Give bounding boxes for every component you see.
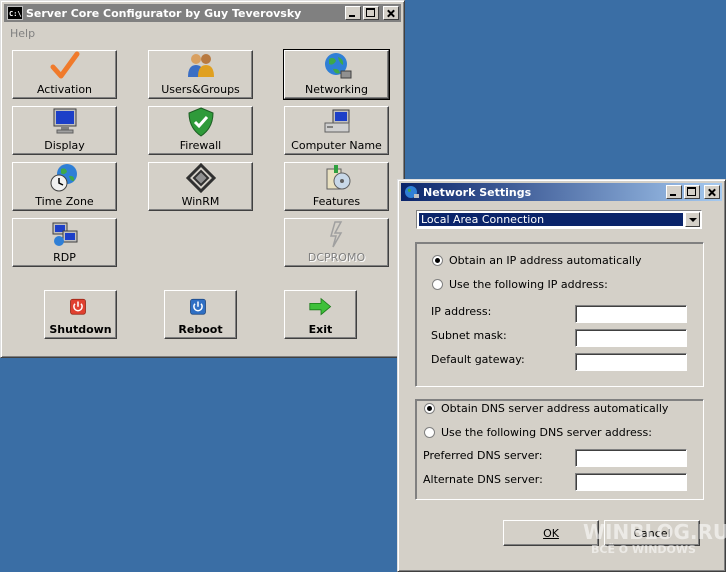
networking-label: Networking [305, 83, 368, 96]
remote-desktop-icon [52, 222, 77, 246]
winrm-button[interactable]: WinRM [148, 162, 253, 211]
display-button[interactable]: Display [12, 106, 117, 155]
adapter-select[interactable]: Local Area Connection [416, 210, 702, 229]
dns-manual-label: Use the following DNS server address: [441, 426, 652, 439]
features-label: Features [312, 195, 361, 208]
power-icon [189, 298, 206, 315]
close-button[interactable] [383, 6, 399, 20]
activation-button[interactable]: Activation [12, 50, 117, 99]
alternate-dns-field[interactable] [575, 473, 687, 491]
radio-unselected [424, 427, 435, 438]
ip-manual-radio[interactable]: Use the following IP address: [432, 278, 608, 291]
ip-manual-label: Use the following IP address: [449, 278, 608, 291]
rdp-label: RDP [53, 251, 76, 264]
firewall-label: Firewall [179, 139, 222, 152]
rdp-button[interactable]: RDP [12, 218, 117, 267]
dns-auto-radio[interactable]: Obtain DNS server address automatically [424, 402, 668, 415]
watermark-subtitle: ВСЁ О WINDOWS [591, 543, 696, 556]
subnet-mask-label: Subnet mask: [431, 329, 507, 342]
power-off-icon [69, 298, 86, 315]
ip-auto-radio[interactable]: Obtain an IP address automatically [432, 254, 642, 267]
configurator-title: Server Core Configurator by Guy Teverovs… [26, 6, 302, 20]
network-settings-titlebar[interactable]: Network Settings [401, 183, 722, 201]
watermark-title: WINBLOG.RU [583, 520, 726, 544]
users-groups-button[interactable]: Users&Groups [148, 50, 253, 99]
preferred-dns-field[interactable] [575, 449, 687, 467]
features-button[interactable]: Features [284, 162, 389, 211]
minimize-button[interactable] [345, 6, 361, 20]
users-groups-label: Users&Groups [161, 83, 240, 96]
network-settings-title: Network Settings [423, 185, 532, 199]
dns-manual-radio[interactable]: Use the following DNS server address: [424, 426, 652, 439]
close-button[interactable] [704, 185, 720, 199]
winrm-icon [185, 163, 216, 193]
monitor-icon [53, 108, 76, 134]
ok-label: OK [543, 526, 559, 540]
svg-text:C:\: C:\ [9, 10, 22, 18]
reboot-label: Reboot [178, 323, 223, 336]
radio-unselected [432, 279, 443, 290]
shield-icon [187, 107, 214, 137]
shutdown-button[interactable]: Shutdown [44, 290, 117, 339]
default-gateway-field[interactable] [575, 353, 687, 371]
network-globe-icon [405, 186, 419, 198]
maximize-button[interactable] [363, 6, 379, 20]
dcpromo-icon [329, 221, 342, 248]
computer-name-label: Computer Name [291, 139, 382, 152]
menu-help[interactable]: Help [10, 27, 35, 40]
globe-clock-icon [50, 164, 77, 192]
ip-address-label: IP address: [431, 305, 492, 318]
chevron-down-icon[interactable] [685, 212, 700, 227]
preferred-dns-label: Preferred DNS server: [423, 449, 543, 462]
console-icon: C:\ [7, 6, 23, 20]
dcpromo-label: DCPROMO [307, 251, 366, 264]
exit-button[interactable]: Exit [284, 290, 357, 339]
exit-arrow-icon [308, 297, 331, 316]
time-zone-label: Time Zone [35, 195, 94, 208]
shutdown-label: Shutdown [49, 323, 112, 336]
features-icon [326, 165, 350, 190]
users-icon [187, 54, 214, 77]
checkmark-icon [50, 51, 79, 79]
computer-name-button[interactable]: Computer Name [284, 106, 389, 155]
adapter-selected-value: Local Area Connection [419, 213, 683, 226]
network-globe-icon [324, 53, 351, 79]
networking-button[interactable]: Networking [283, 49, 390, 100]
alternate-dns-label: Alternate DNS server: [423, 473, 543, 486]
time-zone-button[interactable]: Time Zone [12, 162, 117, 211]
dcpromo-button[interactable]: DCPROMO [284, 218, 389, 267]
reboot-button[interactable]: Reboot [164, 290, 237, 339]
configurator-titlebar[interactable]: C:\ Server Core Configurator by Guy Teve… [4, 4, 401, 22]
subnet-mask-field[interactable] [575, 329, 687, 347]
display-label: Display [44, 139, 85, 152]
maximize-button[interactable] [684, 185, 700, 199]
activation-label: Activation [36, 83, 93, 96]
ip-address-field[interactable] [575, 305, 687, 323]
default-gateway-label: Default gateway: [431, 353, 525, 366]
firewall-button[interactable]: Firewall [148, 106, 253, 155]
ip-auto-label: Obtain an IP address automatically [449, 254, 642, 267]
radio-selected [432, 255, 443, 266]
computer-icon [324, 109, 349, 133]
winrm-label: WinRM [181, 195, 220, 208]
minimize-button[interactable] [666, 185, 682, 199]
exit-label: Exit [308, 323, 333, 336]
radio-selected [424, 403, 435, 414]
dns-auto-label: Obtain DNS server address automatically [441, 402, 669, 415]
